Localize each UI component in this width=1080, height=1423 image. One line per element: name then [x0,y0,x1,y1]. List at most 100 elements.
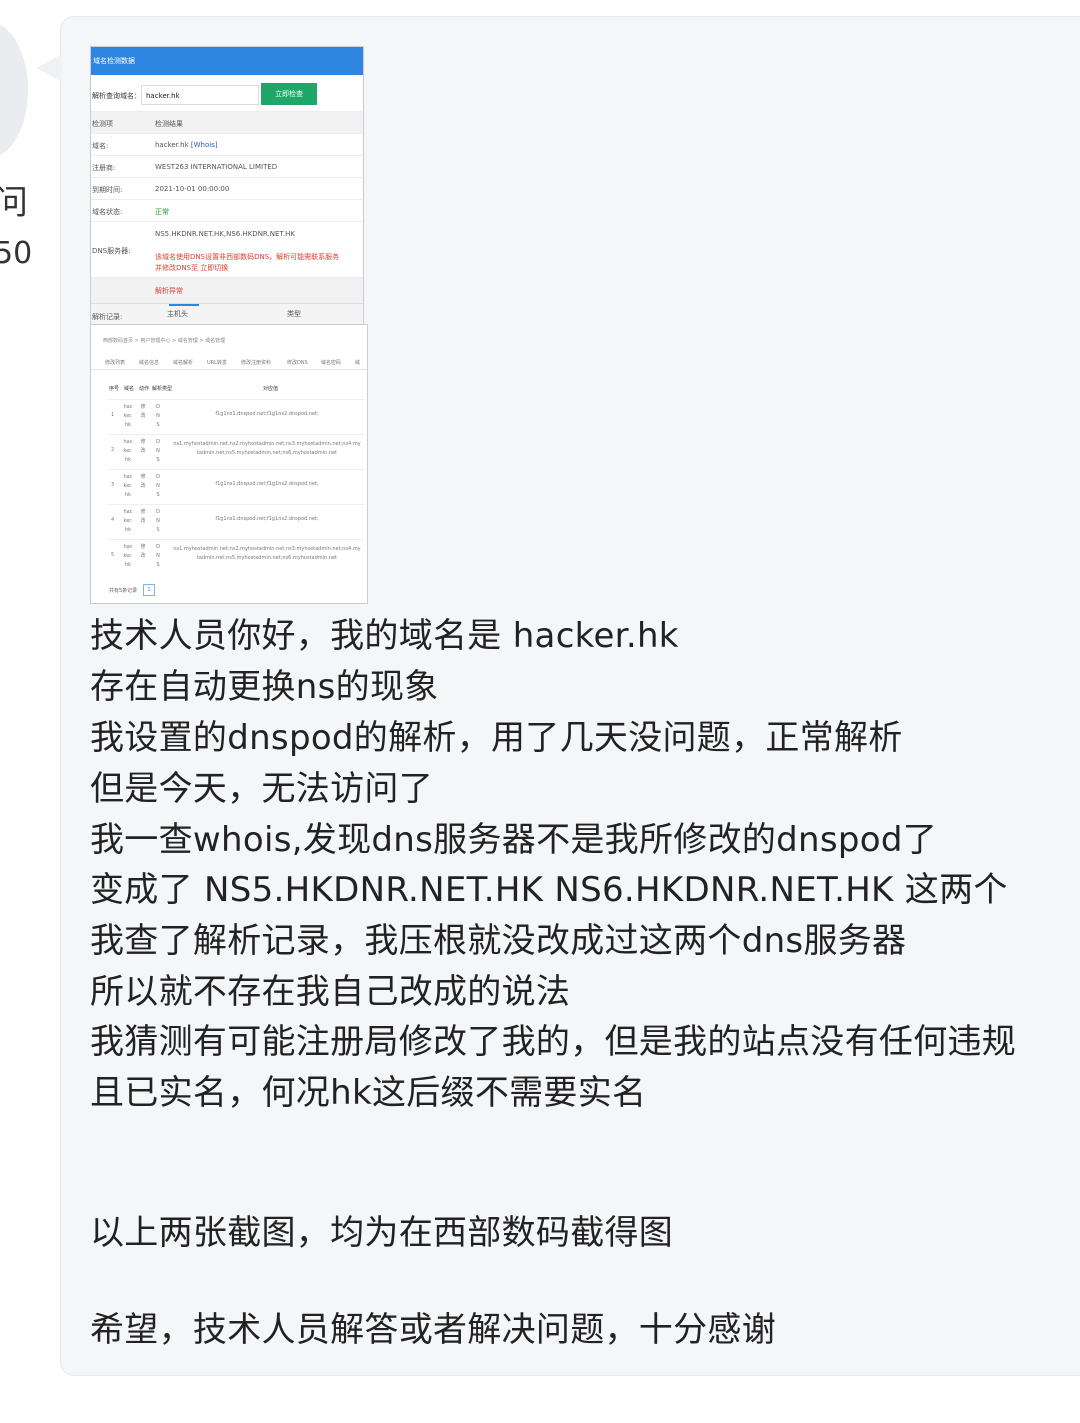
domain-cell: hac ker. hk [123,474,133,498]
message-line: 我猜测有可能注册局修改了我的，但是我的站点没有任何违规 [90,1022,1017,1062]
breadcrumb: 西部数码首页 > 用户管理中心 > 域名管理 > 域名管理 [103,338,226,344]
type-cell: DNS [156,474,160,498]
table-row-divider [107,539,365,540]
row-number: 5 [111,552,115,558]
action-cell[interactable]: 修改 [139,473,147,491]
value-cell-cont: tadmin.net;ns5.myhostadmin.net;ns6.myhos… [196,450,338,456]
row-key: 域名状态: [92,208,123,216]
result-header-row: 检测项 检测结果 [91,111,363,134]
col-header-value: 对应值 [263,386,279,392]
table-row-divider [107,399,365,400]
message-line: 我一查whois,发现dns服务器不是我所修改的dnspod了 [90,820,938,860]
row-key: 到期时间: [92,186,123,194]
tab[interactable]: 域名密码 [321,359,341,366]
tab[interactable]: 修改DNS [287,359,308,366]
row-number: 3 [111,482,115,488]
dns-history-screenshot[interactable]: 西部数码首页 > 用户管理中心 > 域名管理 > 域名管理 修改列表 域名信息 … [90,324,368,604]
row-value: 检测结果 [155,120,183,128]
whois-link[interactable]: [Whois] [191,141,218,149]
screenshot-header: 域名检测数据 [91,47,363,75]
page-button[interactable]: 1 [143,584,155,596]
value-cell: f1g1ns1.dnspod.net;f1g1ns2.dnspod.net; [215,516,319,522]
row-value-wrap: hacker.hk [Whois] [155,141,218,149]
message-line: 且已实名，何况hk这后缀不需要实名 [90,1073,647,1113]
dns-warning: 该域名使用DNS设置非西部数码DNS，解析可能需联系服务 [155,253,340,261]
tab[interactable]: URL转发 [207,359,227,366]
value-cell: ns1.myhostadmin.net;ns2.myhostadmin.net;… [173,441,361,447]
message-line: 我设置的dnspod的解析，用了几天没问题，正常解析 [90,718,903,758]
message-line: 以上两张截图，均为在西部数码截得图 [90,1213,674,1253]
active-tab-indicator [169,304,199,306]
type-header: 类型 [287,310,301,318]
action-cell[interactable]: 修改 [139,403,147,421]
avatar[interactable] [0,22,28,158]
status-row: 域名状态: 正常 [91,199,363,222]
message-line: 所以就不存在我自己改成的说法 [90,972,571,1012]
col-header-action: 动作 [139,386,150,392]
domain-cell: hac ker. hk [123,439,133,463]
message-line: 希望，技术人员解答或者解决问题，十分感谢 [90,1310,776,1350]
table-row-divider [107,434,365,435]
value-cell-cont: tadmin.net;ns5.myhostadmin.net;ns6.myhos… [196,555,338,561]
type-cell: DNS [156,509,160,533]
row-value: hacker.hk [155,141,189,149]
col-header-type: 解析类型 [152,386,173,392]
record-count: 共有5条记录 [109,588,138,594]
value-cell: ns1.myhostadmin.net;ns2.myhostadmin.net;… [173,546,361,552]
row-value: 2021-10-01 00:00:00 [155,185,230,193]
row-number: 2 [111,447,115,453]
resolve-error: 解析异常 [155,287,183,295]
col-header-domain: 域名 [124,386,135,392]
message-line: 存在自动更换ns的现象 [90,667,439,707]
expiry-row: 到期时间: 2021-10-01 00:00:00 [91,177,363,200]
dns-row: DNS服务器: NS5.HKDNR.NET.HK,NS6.HKDNR.NET.H… [91,221,363,278]
host-header[interactable]: 主机头 [167,309,188,319]
registrar-row: 注册商: WEST263 INTERNATIONAL LIMITED [91,155,363,178]
status-value: 正常 [155,208,169,216]
table-row-divider [107,504,365,505]
whois-screenshot[interactable]: 域名检测数据 解析查询域名： hacker.hk 立即检查 检测项 检测结果 域… [90,46,364,326]
row-value: WEST263 INTERNATIONAL LIMITED [155,163,278,171]
resolve-status-row: 解析异常 [91,277,363,304]
value-cell: f1g1ns1.dnspod.net;f1g1ns2.dnspod.net; [215,411,319,417]
search-row: 解析查询域名： hacker.hk 立即检查 [91,81,363,107]
domain-row: 域名: hacker.hk [Whois] [91,133,363,156]
records-bar: 解析记录: 主机头 类型 [91,303,363,325]
action-cell[interactable]: 修改 [139,508,147,526]
action-cell[interactable]: 修改 [139,438,147,456]
domain-cell: hac ker. hk [123,404,133,428]
sidebar-char: 问 [0,183,28,223]
message-line: 变成了 NS5.HKDNR.NET.HK NS6.HKDNR.NET.HK 这两… [90,870,1008,910]
row-key: 注册商: [92,164,116,172]
row-key: 域名: [92,142,109,150]
dns-value: NS5.HKDNR.NET.HK,NS6.HKDNR.NET.HK [155,230,295,238]
value-cell: f1g1ns1.dnspod.net;f1g1ns2.dnspod.net; [215,481,319,487]
records-label: 解析记录: [92,313,123,321]
tab[interactable]: 域 [355,359,360,366]
tab-bar: 修改列表 域名信息 域名解析 URL转发 修改注册资料 修改DNS 域名密码 域 [91,355,367,370]
sidebar-number: 50 [0,236,33,271]
dns-warning-2: 并修改DNS至 立即切换 [155,264,229,272]
message-line: 但是今天，无法访问了 [90,769,433,809]
domain-input[interactable]: hacker.hk [141,85,259,105]
bubble-pointer [36,54,62,82]
domain-cell: hac ker. hk [123,509,133,533]
domain-cell: hac ker. hk [123,544,133,568]
type-cell: DNS [156,544,160,568]
col-header-no: 序号 [109,386,120,392]
row-key: DNS服务器: [92,247,131,255]
table-row-divider [107,469,365,470]
tab[interactable]: 修改列表 [105,359,125,366]
tab[interactable]: 域名信息 [139,359,159,366]
row-key: 检测项 [92,120,113,128]
check-button[interactable]: 立即检查 [261,83,317,105]
row-number: 1 [111,412,115,418]
type-cell: DNS [156,404,160,428]
type-cell: DNS [156,439,160,463]
action-cell[interactable]: 修改 [139,543,147,561]
search-label: 解析查询域名： [92,92,141,100]
tab[interactable]: 域名解析 [173,359,193,366]
tab[interactable]: 修改注册资料 [241,359,271,366]
row-number: 4 [111,517,115,523]
message-line: 我查了解析记录，我压根就没改成过这两个dns服务器 [90,921,907,961]
